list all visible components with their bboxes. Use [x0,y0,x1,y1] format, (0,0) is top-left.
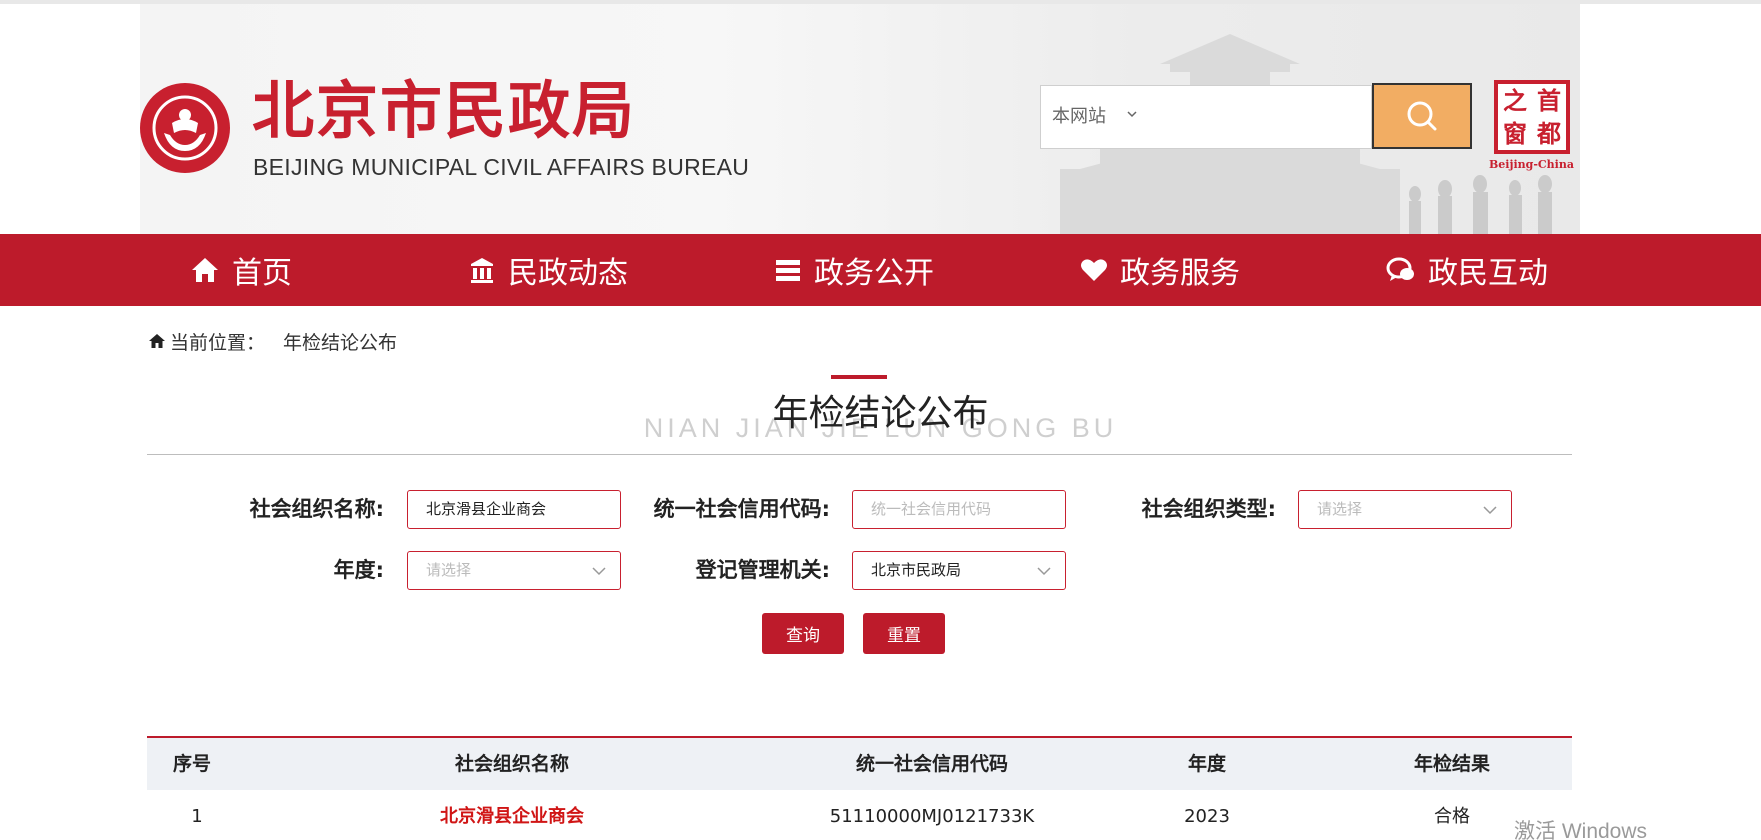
column-header-index: 序号 [172,753,211,775]
nav-item-label: 政务服务 [1120,256,1240,291]
badge-char: 之 [1503,85,1527,115]
chevron-down-icon[interactable] [1126,108,1138,120]
org-name-input-wrap [407,490,621,529]
site-search-box: 本网站 [1040,85,1372,149]
bank-icon [471,258,493,283]
credit-code-label: 统一社会信用代码: [653,497,830,521]
capital-window-logo[interactable]: 之 首 窗 都 [1494,80,1570,154]
nav-item-home[interactable]: 首页 [190,234,292,306]
authority-label: 登记管理机关: [695,558,830,582]
year-select-value: 请选择 [426,561,472,579]
chat-icon [1386,257,1414,281]
breadcrumb: 当前位置： 年检结论公布 [148,328,397,354]
nav-item-gov-affairs[interactable]: 政务公开 [774,234,934,306]
credit-code-input-wrap [852,490,1066,529]
search-input[interactable] [1159,96,1359,138]
column-header-credit-code: 统一社会信用代码 [855,753,1008,775]
list-icon [776,260,800,281]
column-header-org-name: 社会组织名称 [454,753,569,775]
badge-char: 首 [1537,85,1561,115]
nav-item-gov-services[interactable]: 政务服务 [1080,234,1240,306]
page-title: 年检结论公布 [772,393,989,434]
table-header: 序号 社会组织名称 统一社会信用代码 年度 年检结果 [147,738,1572,790]
reset-button[interactable]: 重置 [863,613,945,654]
nav-item-label: 政民互动 [1428,256,1548,291]
authority-select-value: 北京市民政局 [871,561,962,579]
heart-icon [1081,259,1107,281]
org-type-select[interactable]: 请选择 [1298,490,1512,529]
nav-item-label: 政务公开 [814,256,934,291]
org-type-label: 社会组织类型: [1141,497,1276,521]
site-header: 北京市民政局 BEIJING MUNICIPAL CIVIL AFFAIRS B… [140,4,1580,234]
breadcrumb-prefix: 当前位置： [170,331,266,354]
search-icon [1407,101,1437,131]
org-type-select-value: 请选择 [1317,500,1363,518]
column-header-year: 年度 [1187,753,1226,775]
org-name-input[interactable] [426,491,606,526]
year-label: 年度: [333,558,384,582]
chevron-down-icon [1483,506,1497,515]
nav-item-label: 首页 [232,256,292,291]
bureau-emblem-icon [140,83,230,173]
nav-item-news[interactable]: 民政动态 [468,234,628,306]
nav-item-interaction[interactable]: 政民互动 [1386,234,1548,306]
badge-char: 都 [1537,118,1561,148]
search-scope-select[interactable]: 本网站 [1052,86,1106,148]
home-icon[interactable] [148,332,166,350]
capital-window-caption: Beijing-China [1489,158,1574,171]
search-button[interactable] [1372,83,1472,149]
site-subtitle: BEIJING MUNICIPAL CIVIL AFFAIRS BUREAU [253,154,750,180]
heading-divider [147,454,1572,455]
windows-activation-watermark: 激活 Windows [1514,820,1648,840]
site-title: 北京市民政局 [252,74,637,147]
home-icon [192,258,218,282]
badge-char: 窗 [1503,118,1527,148]
breadcrumb-current[interactable]: 年检结论公布 [283,328,397,355]
column-header-result: 年检结果 [1413,753,1490,775]
nav-item-label: 民政动态 [508,256,628,291]
row-index: 1 [191,806,203,827]
chevron-down-icon [592,567,606,576]
authority-select[interactable]: 北京市民政局 [852,551,1066,590]
year-select[interactable]: 请选择 [407,551,621,590]
org-name-label: 社会组织名称: [249,497,384,521]
row-org-name-link[interactable]: 北京滑县企业商会 [347,790,677,840]
chevron-down-icon [1037,567,1051,576]
query-button[interactable]: 查询 [762,613,844,654]
credit-code-input[interactable] [871,491,1051,527]
main-nav: 首页 民政动态 政务公开 政务服务 政民互动 [0,234,1761,306]
row-credit-code: 51110000MJ0121733K [829,806,1035,827]
heading-accent-bar [831,375,887,379]
row-year: 2023 [1184,806,1230,827]
table-row: 1 北京滑县企业商会 51110000MJ0121733K 2023 合格 [147,790,1572,840]
